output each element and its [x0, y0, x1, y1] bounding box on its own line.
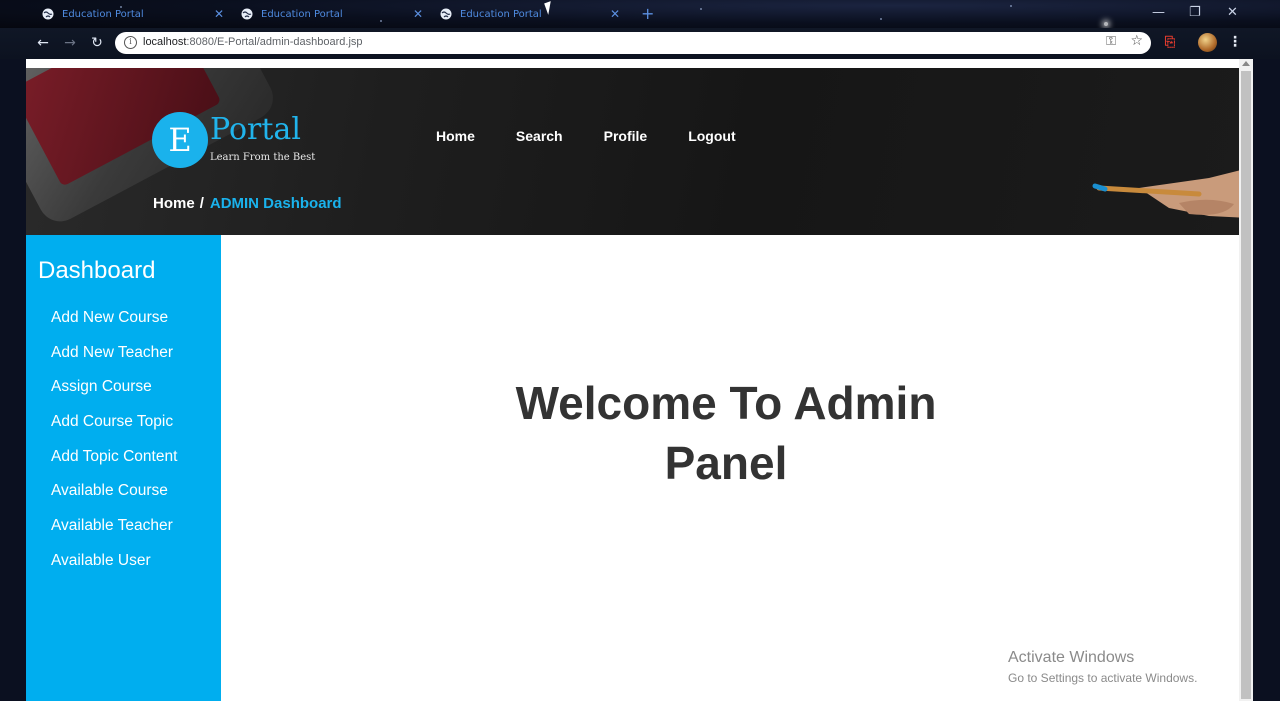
tab-title: Education Portal — [460, 8, 542, 20]
minimize-icon[interactable]: — — [1152, 5, 1165, 20]
forward-arrow-icon[interactable]: → — [61, 34, 79, 52]
welcome-line-1: Welcome To Admin — [515, 377, 937, 429]
close-tab-icon[interactable]: ✕ — [413, 7, 423, 21]
scroll-up-arrow-icon[interactable] — [1242, 61, 1250, 66]
watermark-title: Activate Windows — [1008, 649, 1135, 666]
logo-tagline: Learn From the Best — [210, 152, 316, 163]
logo-badge: E — [152, 112, 208, 168]
nav-home-link[interactable]: Home — [436, 128, 475, 144]
sidebar-item-available-user[interactable]: Available User — [51, 552, 177, 587]
nav-logout-link[interactable]: Logout — [688, 128, 735, 144]
new-tab-plus-icon[interactable]: + — [641, 4, 654, 23]
site-info-icon[interactable]: i — [124, 36, 137, 49]
key-icon[interactable]: ⚿ — [1106, 34, 1116, 49]
browser-menu-icon[interactable]: ⋮ — [1228, 34, 1242, 50]
globe-icon — [440, 8, 452, 20]
url-path: :8080/E-Portal/admin-dashboard.jsp — [186, 36, 363, 48]
sidebar-item-add-topic-content[interactable]: Add Topic Content — [51, 448, 177, 483]
url-text[interactable]: localhost:8080/E-Portal/admin-dashboard.… — [143, 36, 363, 48]
tab-title: Education Portal — [261, 8, 343, 20]
sidebar-item-assign-course[interactable]: Assign Course — [51, 378, 177, 413]
site-logo[interactable]: E Portal Learn From the Best — [152, 112, 322, 172]
browser-tab-3-active[interactable]: Education Portal ✕ — [440, 4, 620, 24]
breadcrumb-current: ADMIN Dashboard — [209, 195, 342, 212]
scrollbar-thumb[interactable] — [1241, 71, 1251, 699]
admin-sidebar: Dashboard Add New Course Add New Teacher… — [26, 235, 221, 701]
sidebar-item-add-new-course[interactable]: Add New Course — [51, 309, 177, 344]
breadcrumb-home-link[interactable]: Home — [153, 195, 195, 212]
vertical-scrollbar[interactable] — [1239, 59, 1253, 701]
site-header: E Portal Learn From the Best Home Search… — [26, 68, 1239, 235]
page-viewport: E Portal Learn From the Best Home Search… — [26, 59, 1253, 701]
hand-pencil-photo — [1092, 170, 1239, 218]
breadcrumb-separator: / — [199, 195, 204, 212]
close-tab-icon[interactable]: ✕ — [610, 7, 620, 21]
activate-windows-watermark: Activate Windows Go to Settings to activ… — [1008, 649, 1197, 685]
sidebar-item-available-teacher[interactable]: Available Teacher — [51, 517, 177, 552]
nav-search-link[interactable]: Search — [516, 128, 563, 144]
url-host: localhost — [143, 36, 187, 48]
breadcrumb: Home / ADMIN Dashboard — [153, 195, 342, 212]
close-tab-icon[interactable]: ✕ — [214, 7, 224, 21]
restore-icon[interactable]: ❐ — [1189, 5, 1201, 20]
nav-profile-link[interactable]: Profile — [604, 128, 648, 144]
address-bar[interactable]: i localhost:8080/E-Portal/admin-dashboar… — [115, 32, 1151, 54]
sidebar-item-available-course[interactable]: Available Course — [51, 482, 177, 517]
top-navigation: Home Search Profile Logout — [436, 128, 777, 144]
browser-tab-2[interactable]: Education Portal ✕ — [241, 4, 423, 24]
logo-name: Portal — [210, 112, 301, 147]
browser-tab-1[interactable]: Education Portal ✕ — [42, 4, 224, 24]
reload-icon[interactable]: ↻ — [88, 34, 106, 52]
profile-avatar[interactable] — [1198, 33, 1217, 52]
sidebar-item-add-new-teacher[interactable]: Add New Teacher — [51, 344, 177, 379]
close-window-icon[interactable]: ✕ — [1227, 5, 1238, 20]
bookmark-star-icon[interactable]: ☆ — [1130, 33, 1143, 49]
welcome-line-2: Panel — [664, 437, 788, 489]
globe-icon — [42, 8, 54, 20]
sidebar-menu: Add New Course Add New Teacher Assign Co… — [51, 309, 177, 587]
watermark-subtitle: Go to Settings to activate Windows. — [1008, 671, 1198, 685]
welcome-heading: Welcome To Admin Panel — [426, 373, 1026, 493]
globe-icon — [241, 8, 253, 20]
tab-title: Education Portal — [62, 8, 144, 20]
pdf-extension-icon[interactable]: ⎘ — [1162, 35, 1178, 51]
sidebar-title: Dashboard — [38, 257, 156, 284]
browser-titlebar: Education Portal ✕ Education Portal ✕ Ed… — [0, 0, 1280, 28]
back-arrow-icon[interactable]: ← — [34, 34, 52, 52]
sidebar-item-add-course-topic[interactable]: Add Course Topic — [51, 413, 177, 448]
